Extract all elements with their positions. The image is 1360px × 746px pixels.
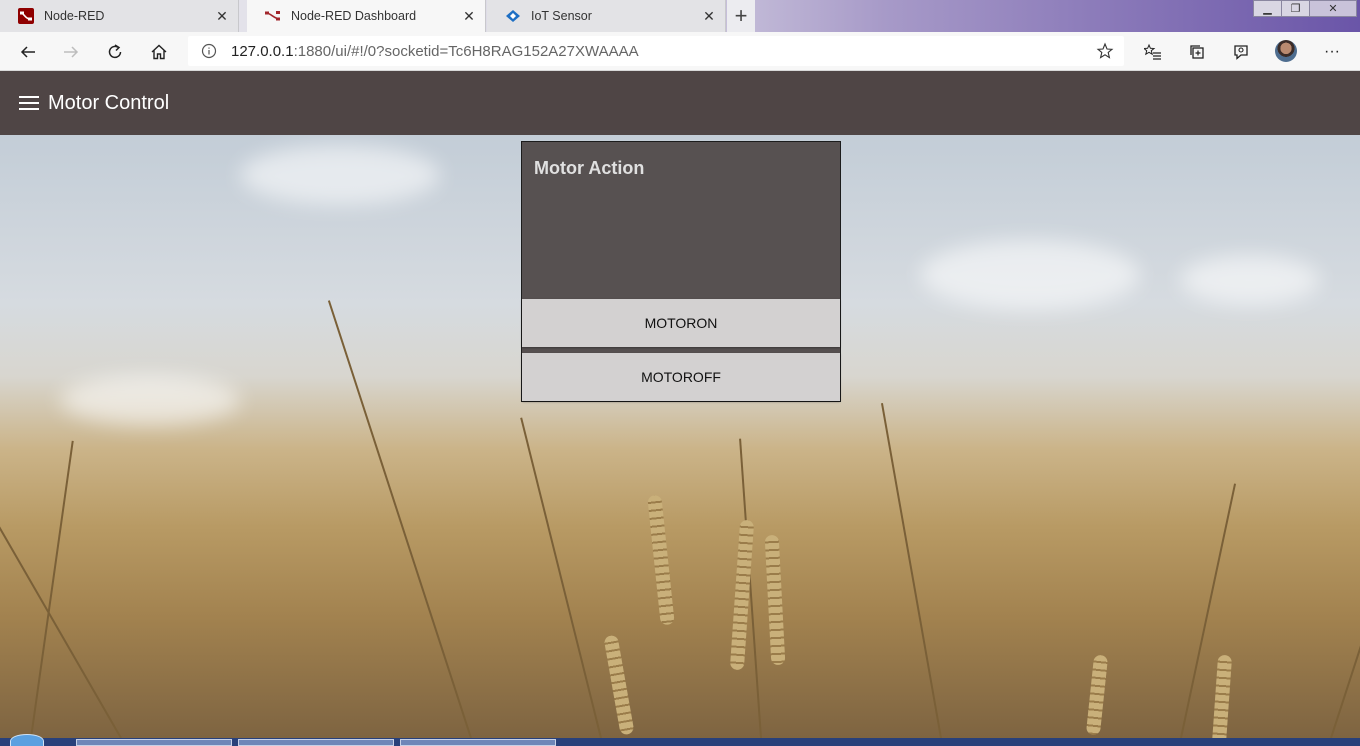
motor-off-button[interactable]: MOTOROFF [522, 353, 840, 401]
address-bar[interactable]: 127.0.0.1:1880/ui/#!/0?socketid=Tc6H8RAG… [188, 36, 1124, 66]
node-red-icon [18, 8, 34, 24]
info-icon[interactable] [201, 43, 217, 59]
tab-node-red-dashboard[interactable]: Node-RED Dashboard ✕ [247, 0, 486, 32]
minimize-button[interactable]: ▁ [1253, 0, 1282, 17]
browser-toolbar: 127.0.0.1:1880/ui/#!/0?socketid=Tc6H8RAG… [0, 32, 1360, 71]
iot-sensor-icon [505, 8, 521, 24]
url-text: 127.0.0.1:1880/ui/#!/0?socketid=Tc6H8RAG… [231, 43, 639, 60]
tab-label: IoT Sensor [531, 9, 592, 23]
taskbar-item[interactable] [238, 739, 394, 746]
group-title: Motor Action [534, 158, 645, 178]
more-options-icon[interactable]: ··· [1318, 38, 1346, 66]
close-window-button[interactable]: ✕ [1309, 0, 1357, 17]
feedback-icon[interactable] [1227, 38, 1255, 66]
start-button[interactable] [10, 734, 44, 746]
url-path: :1880/ui/#!/0?socketid=Tc6H8RAG152A27XWA… [293, 42, 639, 60]
taskbar-item[interactable] [76, 739, 232, 746]
tab-label: Node-RED [44, 9, 105, 23]
motor-on-button[interactable]: MOTORON [522, 299, 840, 347]
tab-node-red[interactable]: Node-RED ✕ [0, 0, 239, 32]
tab-strip: Node-RED ✕ Node-RED Dashboard ✕ IoT Sens… [0, 0, 1360, 32]
home-icon[interactable] [145, 38, 173, 66]
restore-button[interactable]: ❐ [1281, 0, 1310, 17]
dashboard-header: Motor Control [0, 71, 1360, 135]
favorites-list-icon[interactable] [1139, 38, 1167, 66]
new-tab-button[interactable]: + [727, 0, 755, 32]
taskbar-item[interactable] [400, 739, 556, 746]
refresh-icon[interactable] [101, 38, 129, 66]
collections-icon[interactable] [1183, 38, 1211, 66]
url-host: 127.0.0.1 [231, 42, 294, 60]
profile-avatar[interactable] [1275, 40, 1297, 62]
close-icon[interactable]: ✕ [459, 6, 479, 26]
back-icon[interactable] [14, 38, 42, 66]
favorite-star-icon[interactable] [1096, 42, 1114, 60]
close-icon[interactable]: ✕ [212, 6, 232, 26]
tab-iot-sensor[interactable]: IoT Sensor ✕ [487, 0, 726, 32]
node-red-flow-icon [265, 8, 281, 24]
tab-label: Node-RED Dashboard [291, 9, 417, 23]
forward-icon[interactable] [57, 38, 85, 66]
close-icon[interactable]: ✕ [699, 6, 719, 26]
motor-action-group: Motor Action MOTORON MOTOROFF [521, 141, 841, 402]
page-title: Motor Control [48, 91, 170, 114]
hamburger-menu-icon[interactable] [19, 95, 39, 111]
